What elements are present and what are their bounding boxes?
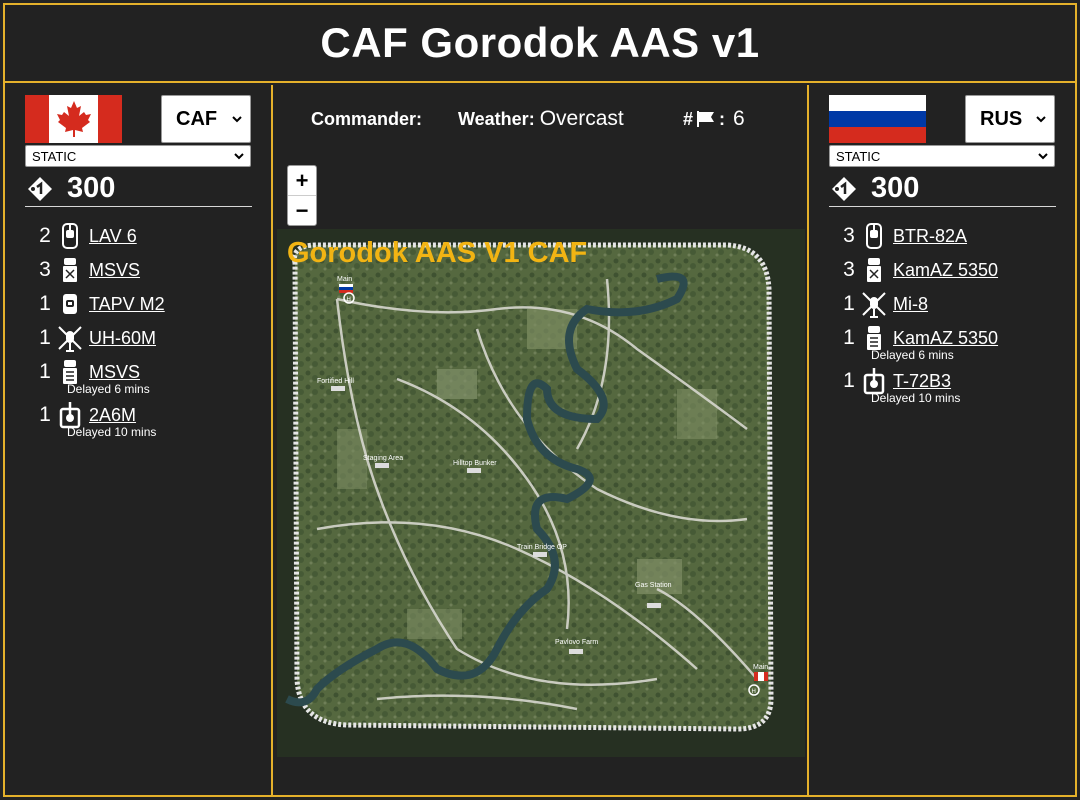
left-team-panel: CAF STATIC 300 2 LAV 6 3 MSVS 1 TAPV M2 1 UH-60… xyxy=(5,85,273,795)
map-label-train-bridge-op: Train Bridge OP xyxy=(517,544,567,551)
map-label-fortified-hill: Fortified Hill xyxy=(317,378,354,385)
vehicle-count: 1 xyxy=(39,360,51,383)
vehicle-delay: Delayed 6 mins xyxy=(871,348,954,362)
right-team-panel: RUS STATIC 300 3 BTR-82A 3 KamAZ 5350 1 Mi-8 1… xyxy=(807,85,1075,795)
canada-flag xyxy=(25,95,122,143)
vehicle-link[interactable]: LAV 6 xyxy=(89,226,137,247)
map-label-staging-area: Staging Area xyxy=(363,455,403,462)
vehicle-row: 3 BTR-82A xyxy=(841,219,1061,253)
vehicle-count: 2 xyxy=(39,224,51,247)
mrap-icon xyxy=(57,289,83,319)
helicopter-icon xyxy=(57,323,83,353)
vehicle-link[interactable]: KamAZ 5350 xyxy=(893,328,998,349)
weather-label: Weather: xyxy=(458,109,535,129)
logistics-truck-icon xyxy=(57,255,83,285)
vehicle-row: 1 UH-60M xyxy=(37,321,257,355)
commander-info: Commander: xyxy=(311,109,422,130)
ticket-icon xyxy=(28,176,52,201)
helicopter-icon xyxy=(861,289,887,319)
left-mode-select[interactable]: STATIC xyxy=(25,145,251,167)
ifv-icon xyxy=(861,221,887,251)
vehicle-delay: Delayed 6 mins xyxy=(67,382,150,396)
weather-info: Weather: Overcast xyxy=(458,107,624,131)
vehicle-count: 1 xyxy=(843,326,855,349)
page-header: CAF Gorodok AAS v1 xyxy=(5,5,1075,83)
flag-count-sep: : xyxy=(719,108,726,129)
map-label-main-bottom: Main xyxy=(753,664,768,671)
vehicle-count: 1 xyxy=(843,292,855,315)
logistics-truck-icon xyxy=(861,255,887,285)
flag-count-prefix: # xyxy=(683,108,694,129)
right-mode-select[interactable]: STATIC xyxy=(829,145,1055,167)
zoom-out-button[interactable]: − xyxy=(288,196,316,225)
vehicle-row: 1 Mi-8 xyxy=(841,287,1061,321)
left-faction-value: CAF xyxy=(176,107,218,130)
map-panel: Commander: Weather: Overcast # : 6 + − G… xyxy=(273,85,807,795)
left-vehicle-list: 2 LAV 6 3 MSVS 1 TAPV M2 1 UH-60M 1 MSVS Delayed 6… xyxy=(37,219,257,441)
vehicle-link[interactable]: MSVS xyxy=(89,260,140,281)
map-label-pavlovo-farm: Pavlovo Farm xyxy=(555,639,598,646)
app-frame: CAF Gorodok AAS v1 CAF STATIC 300 2 LAV … xyxy=(3,3,1077,797)
flag-count-value: 6 xyxy=(733,107,745,130)
chevron-down-icon xyxy=(1038,153,1048,160)
svg-text:H: H xyxy=(752,689,756,695)
chevron-down-icon xyxy=(1036,116,1046,123)
vehicle-row: 3 KamAZ 5350 xyxy=(841,253,1061,287)
map-image: Main Fortified Hill Staging Area Hilltop… xyxy=(277,229,805,757)
vehicle-row: 2 LAV 6 xyxy=(37,219,257,253)
chevron-down-icon xyxy=(232,116,242,123)
page-title: CAF Gorodok AAS v1 xyxy=(320,19,760,66)
svg-text:H: H xyxy=(347,297,351,303)
commander-label: Commander: xyxy=(311,109,423,129)
left-ticket-count: 300 xyxy=(67,172,116,204)
ticket-icon xyxy=(832,176,856,201)
vehicle-link[interactable]: Mi-8 xyxy=(893,294,928,315)
map-title: Gorodok AAS V1 CAF xyxy=(287,237,588,269)
vehicle-link[interactable]: T-72B3 xyxy=(893,371,951,392)
zoom-in-button[interactable]: + xyxy=(288,166,316,196)
vehicle-row: 3 MSVS xyxy=(37,253,257,287)
left-mode-value: STATIC xyxy=(32,148,77,164)
map-label-hilltop-bunker: Hilltop Bunker xyxy=(453,460,497,467)
right-mode-value: STATIC xyxy=(836,148,881,164)
vehicle-count: 3 xyxy=(843,258,855,281)
left-tickets: 300 xyxy=(25,171,252,207)
left-faction-select[interactable]: CAF xyxy=(161,95,251,143)
right-faction-value: RUS xyxy=(980,107,1023,130)
vehicle-link[interactable]: UH-60M xyxy=(89,328,156,349)
capture-flag-icon xyxy=(697,111,715,127)
vehicle-row: 1 TAPV M2 xyxy=(37,287,257,321)
vehicle-count: 1 xyxy=(843,369,855,392)
map-label-gas-station: Gas Station xyxy=(635,582,672,589)
map-label-main-top: Main xyxy=(337,276,352,283)
vehicle-count: 3 xyxy=(843,224,855,247)
vehicle-link[interactable]: BTR-82A xyxy=(893,226,967,247)
russia-flag xyxy=(829,95,926,143)
map-view[interactable]: Main Fortified Hill Staging Area Hilltop… xyxy=(277,229,805,757)
vehicle-link[interactable]: KamAZ 5350 xyxy=(893,260,998,281)
vehicle-count: 1 xyxy=(39,403,51,426)
right-ticket-count: 300 xyxy=(871,172,920,204)
right-faction-select[interactable]: RUS xyxy=(965,95,1055,143)
weather-value: Overcast xyxy=(539,107,624,130)
chevron-down-icon xyxy=(234,153,244,160)
vehicle-link[interactable]: TAPV M2 xyxy=(89,294,165,315)
right-tickets: 300 xyxy=(829,171,1056,207)
vehicle-count: 3 xyxy=(39,258,51,281)
ifv-icon xyxy=(57,221,83,251)
vehicle-delay: Delayed 10 mins xyxy=(871,391,961,405)
vehicle-link[interactable]: MSVS xyxy=(89,362,140,383)
vehicle-link[interactable]: 2A6M xyxy=(89,405,136,426)
flag-count-info: # : 6 xyxy=(683,107,745,131)
map-zoom-control: + − xyxy=(287,165,317,226)
vehicle-delay: Delayed 10 mins xyxy=(67,425,157,439)
maple-leaf-icon xyxy=(56,101,91,137)
right-vehicle-list: 3 BTR-82A 3 KamAZ 5350 1 Mi-8 1 KamAZ 5350 Delay… xyxy=(841,219,1061,407)
vehicle-count: 1 xyxy=(39,292,51,315)
vehicle-count: 1 xyxy=(39,326,51,349)
